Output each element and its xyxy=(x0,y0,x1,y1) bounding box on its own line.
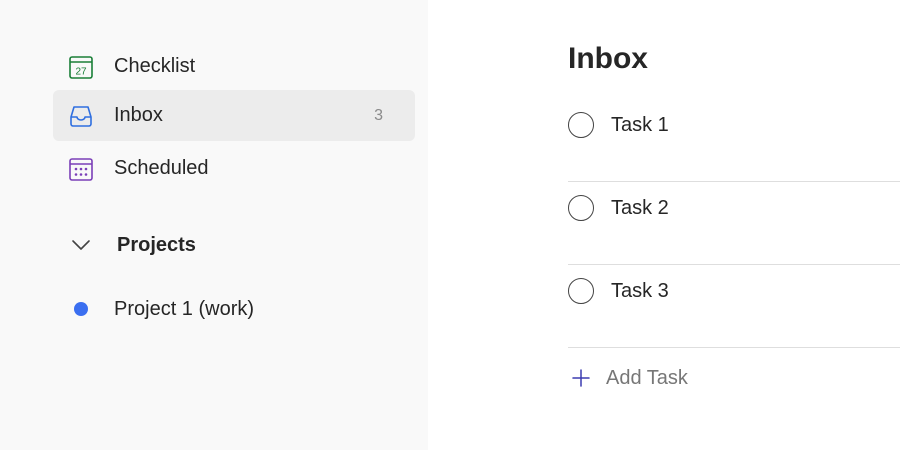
sidebar-item-checklist[interactable]: 27 Checklist xyxy=(53,41,415,92)
task-title[interactable]: Task 1 xyxy=(611,114,669,137)
task-complete-checkbox[interactable] xyxy=(568,112,594,138)
plus-icon xyxy=(568,365,594,391)
sidebar-item-label: Inbox xyxy=(114,104,163,126)
add-task-button[interactable]: Add Task xyxy=(568,362,688,394)
project-label: Project 1 (work) xyxy=(114,297,255,320)
task-row[interactable]: Task 2 xyxy=(568,182,900,265)
projects-header-label: Projects xyxy=(117,233,196,256)
sidebar: 27 Checklist Inbox 3 Scheduled Projects … xyxy=(0,0,428,450)
task-title[interactable]: Task 2 xyxy=(611,197,669,220)
projects-section-toggle[interactable]: Projects xyxy=(53,220,415,270)
task-list: Task 1 Task 2 Task 3 xyxy=(568,99,900,348)
calendar-grid-icon xyxy=(68,156,94,182)
sidebar-item-project[interactable]: Project 1 (work) xyxy=(53,284,415,334)
add-task-label: Add Task xyxy=(606,366,688,389)
main-panel: Inbox Task 1 Task 2 Task 3 Add Task xyxy=(428,0,900,450)
project-color-dot xyxy=(74,302,88,316)
sidebar-item-scheduled[interactable]: Scheduled xyxy=(53,143,415,194)
inbox-tray-icon xyxy=(68,103,94,129)
chevron-down-icon xyxy=(72,240,90,250)
calendar-icon-day: 27 xyxy=(75,66,87,77)
page-title: Inbox xyxy=(568,42,648,75)
task-row[interactable]: Task 3 xyxy=(568,265,900,348)
task-row[interactable]: Task 1 xyxy=(568,99,900,182)
task-complete-checkbox[interactable] xyxy=(568,278,594,304)
task-complete-checkbox[interactable] xyxy=(568,195,594,221)
inbox-count-badge: 3 xyxy=(374,106,383,124)
app-window: 27 Checklist Inbox 3 Scheduled Projects … xyxy=(0,0,900,450)
task-title[interactable]: Task 3 xyxy=(611,280,669,303)
calendar-27-icon: 27 xyxy=(68,54,94,80)
sidebar-item-label: Checklist xyxy=(114,55,196,77)
sidebar-item-inbox[interactable]: Inbox 3 xyxy=(53,90,415,141)
sidebar-item-label: Scheduled xyxy=(114,157,209,179)
